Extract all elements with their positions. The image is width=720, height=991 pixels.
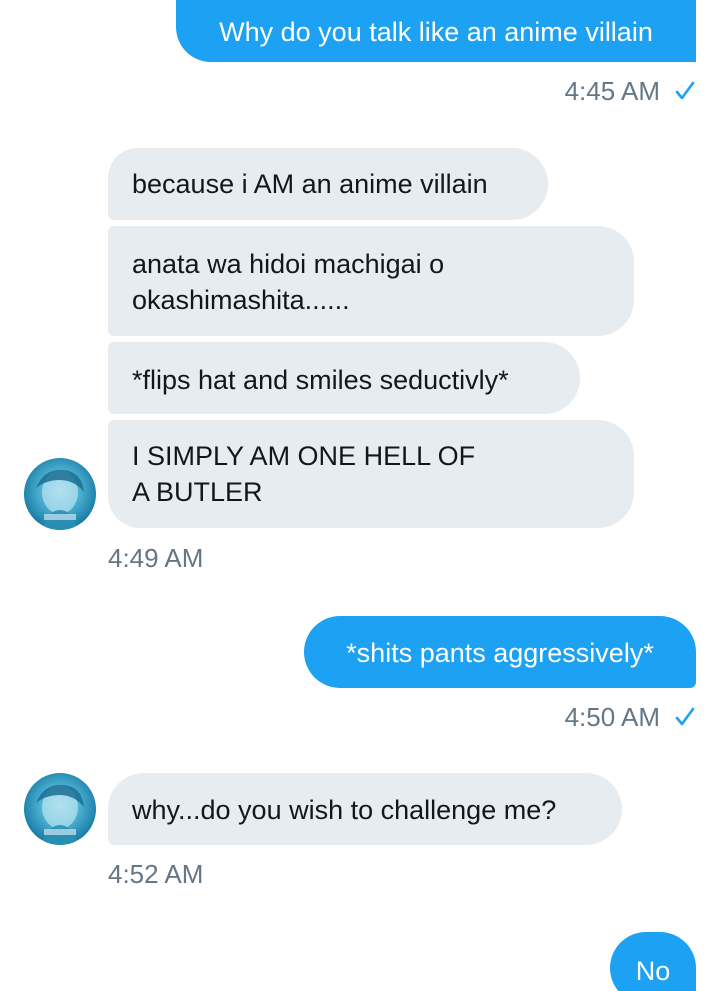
avatar-image	[36, 784, 84, 845]
timestamp-text: 4:50 AM	[564, 702, 660, 732]
timestamp: 4:49 AM	[108, 543, 203, 573]
received-message[interactable]: I SIMPLY AM ONE HELL OF A BUTLER	[108, 420, 634, 528]
message-text: because i AM an anime villain	[132, 169, 488, 199]
timestamp: 4:52 AM	[108, 859, 203, 889]
received-message[interactable]: because i AM an anime villain	[108, 148, 548, 220]
dm-conversation: Why do you talk like an anime villain 4:…	[0, 0, 720, 991]
message-text: Why do you talk like an anime villain	[219, 17, 653, 47]
received-message[interactable]: *flips hat and smiles seductivly*	[108, 342, 580, 414]
message-text-line: okashimashita......	[132, 285, 350, 315]
received-message[interactable]: anata wa hidoi machigai o okashimashita.…	[108, 226, 634, 336]
avatar[interactable]	[24, 773, 96, 845]
received-message[interactable]: why...do you wish to challenge me?	[108, 773, 622, 845]
check-icon	[675, 81, 695, 100]
timestamp-text: 4:52 AM	[108, 859, 204, 889]
message-text: No	[635, 956, 671, 986]
sent-message[interactable]: *shits pants aggressively*	[304, 616, 696, 688]
check-icon	[675, 707, 695, 726]
timestamp-text: 4:49 AM	[108, 543, 204, 573]
message-text: *shits pants aggressively*	[346, 638, 654, 668]
avatar-image	[36, 469, 84, 530]
message-text-line: A BUTLER	[132, 477, 263, 507]
timestamp-text: 4:45 AM	[564, 76, 660, 106]
timestamp: 4:45 AM	[565, 76, 696, 106]
sent-message[interactable]: Why do you talk like an anime villain	[176, 0, 696, 62]
sent-message[interactable]: No	[610, 932, 696, 991]
timestamp: 4:50 AM	[565, 702, 696, 732]
message-text: why...do you wish to challenge me?	[132, 795, 557, 825]
message-text-line: I SIMPLY AM ONE HELL OF	[132, 441, 476, 471]
message-text: *flips hat and smiles seductivly*	[132, 365, 509, 395]
avatar[interactable]	[24, 458, 96, 530]
message-text-line: anata wa hidoi machigai o	[132, 249, 445, 279]
